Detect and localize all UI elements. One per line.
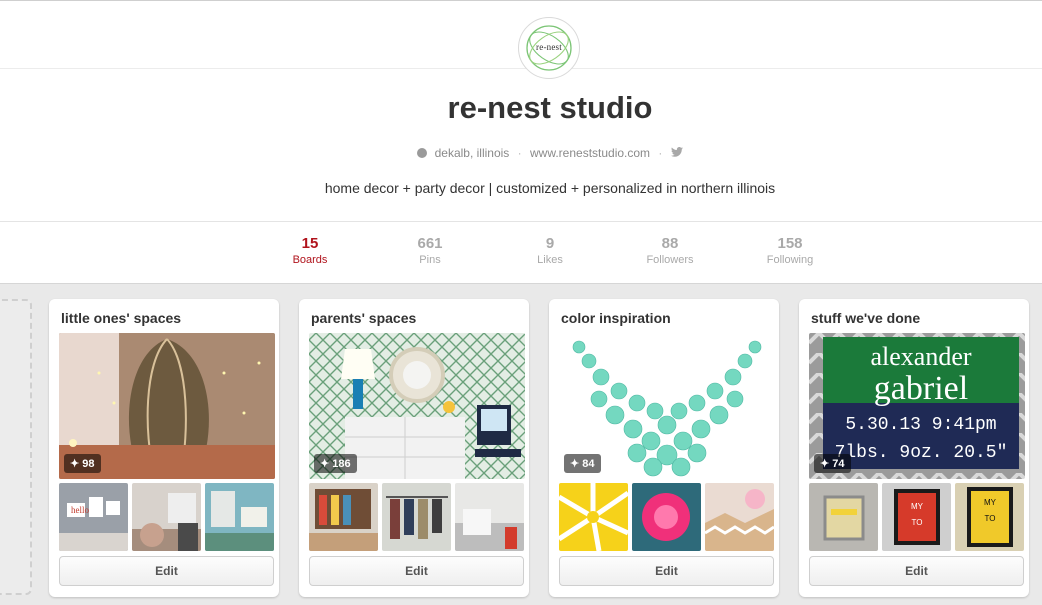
pin-count: 98 (82, 458, 95, 470)
board-cover-image[interactable]: alexander gabriel 5.30.13 9:41pm 7lbs. 9… (809, 333, 1025, 479)
pin-count-badge: ✦ 84 (564, 454, 601, 473)
separator-dot: · (658, 145, 663, 160)
thumb-2-line-2: TO (985, 514, 996, 523)
board-title[interactable]: stuff we've done (811, 310, 920, 326)
cover-line-3: 5.30.13 9:41pm (845, 415, 996, 435)
cover-line-4: 7lbs. 9oz. 20.5" (835, 443, 1008, 463)
board-thumbnail[interactable] (205, 483, 274, 551)
stat-count: 88 (661, 235, 679, 252)
stat-following[interactable]: 158 Following (730, 235, 850, 266)
board-card[interactable]: little ones' spaces ✦ 98 hello Edit (49, 299, 279, 597)
board-thumbnail[interactable] (559, 483, 628, 551)
stat-count: 661 (417, 235, 443, 252)
stat-followers[interactable]: 88 Followers (610, 235, 730, 266)
thumb-2-line-1: MY (984, 498, 997, 507)
stat-label: Following (766, 254, 814, 266)
thumb-1-line-1: MY (911, 502, 924, 511)
board-cover-image[interactable]: ✦ 84 (559, 333, 775, 479)
stat-label: Boards (292, 254, 328, 266)
board-thumbnail[interactable] (809, 483, 878, 551)
board-title[interactable]: little ones' spaces (61, 310, 181, 326)
website-link[interactable]: www.reneststudio.com (530, 146, 650, 160)
profile-avatar[interactable]: re-nest (518, 17, 580, 79)
pin-icon: ✦ (570, 458, 580, 470)
board-thumbnail[interactable] (309, 483, 378, 551)
edit-board-button[interactable]: Edit (309, 556, 524, 586)
board-thumbnail[interactable] (705, 483, 774, 551)
cover-line-2: gabriel (874, 370, 968, 407)
edit-board-button[interactable]: Edit (809, 556, 1024, 586)
stat-count: 9 (545, 235, 555, 252)
stat-label: Likes (537, 254, 563, 266)
board-title[interactable]: parents' spaces (311, 310, 416, 326)
edit-board-button[interactable]: Edit (59, 556, 274, 586)
stat-pins[interactable]: 661 Pins (370, 235, 490, 266)
cover-line-1: alexander (870, 342, 971, 371)
board-title[interactable]: color inspiration (561, 310, 671, 326)
profile-description: home decor + party decor | customized + … (324, 180, 776, 196)
pin-count-badge: ✦ 74 (814, 454, 851, 473)
pin-count: 74 (832, 458, 845, 470)
stats-divider (0, 221, 1042, 222)
pin-icon: ✦ (820, 458, 830, 470)
profile-header: re-nest re-nest studio dekalb, illinois … (0, 0, 1042, 284)
board-thumbnail[interactable] (632, 483, 701, 551)
pin-count: 84 (582, 458, 595, 470)
board-card[interactable]: color inspiration ✦ 84 Edit (549, 299, 779, 597)
board-thumbnail[interactable]: MY TO (882, 483, 951, 551)
separator-dot: · (517, 145, 522, 160)
twitter-icon[interactable] (670, 146, 683, 160)
stat-label: Pins (419, 254, 441, 266)
svg-text:hello: hello (71, 505, 89, 515)
stat-likes[interactable]: 9 Likes (490, 235, 610, 266)
pin-count-badge: ✦ 98 (64, 454, 101, 473)
location-text: dekalb, illinois (434, 145, 510, 160)
thumb-1-line-2: TO (912, 518, 923, 527)
edit-board-button[interactable]: Edit (559, 556, 774, 586)
profile-name: re-nest studio (447, 90, 653, 125)
stat-boards[interactable]: 15 Boards (250, 235, 370, 266)
pin-icon: ✦ (320, 458, 330, 470)
board-cover-image[interactable]: ✦ 186 (309, 333, 525, 479)
pin-icon: ✦ (70, 458, 80, 470)
stat-count: 158 (777, 235, 803, 252)
location-icon (417, 147, 428, 158)
top-border (0, 0, 1042, 1)
board-thumbnail[interactable] (382, 483, 451, 551)
board-card[interactable]: stuff we've done alexander gabriel 5.30.… (799, 299, 1029, 597)
profile-meta: dekalb, illinois · www.reneststudio.com … (0, 145, 1042, 160)
board-thumbnail[interactable] (455, 483, 524, 551)
stat-label: Followers (646, 254, 694, 266)
board-thumbnail[interactable]: MY TO (955, 483, 1024, 551)
pin-count-badge: ✦ 186 (314, 454, 357, 473)
avatar-text: re-nest (536, 42, 562, 52)
board-card[interactable]: parents' spaces ✦ 186 Edit (299, 299, 529, 597)
board-cover-image[interactable]: ✦ 98 (59, 333, 275, 479)
board-thumbnail[interactable] (132, 483, 201, 551)
pin-count: 186 (332, 458, 351, 470)
board-thumbnail[interactable]: hello (59, 483, 128, 551)
create-board-card[interactable] (0, 299, 32, 595)
stat-count: 15 (301, 235, 319, 252)
